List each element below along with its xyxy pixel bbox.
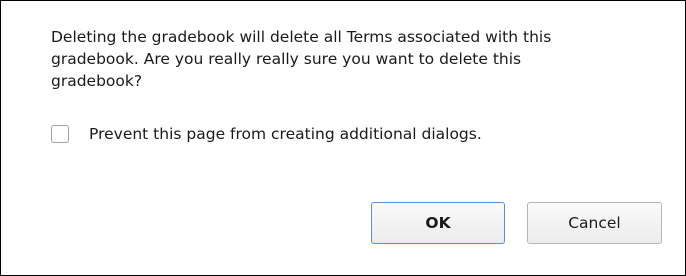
cancel-button[interactable]: Cancel xyxy=(527,202,662,244)
ok-button[interactable]: OK xyxy=(371,202,505,244)
confirm-dialog: Deleting the gradebook will delete all T… xyxy=(0,0,686,276)
dialog-message-line: Deleting the gradebook will delete all T… xyxy=(51,28,552,46)
prevent-dialogs-checkbox[interactable] xyxy=(51,125,69,143)
dialog-message-line: gradebook? xyxy=(51,72,143,90)
dialog-message: Deleting the gradebook will delete all T… xyxy=(51,26,661,92)
prevent-dialogs-label[interactable]: Prevent this page from creating addition… xyxy=(89,125,482,143)
dialog-message-line: gradebook. Are you really really sure yo… xyxy=(51,50,522,68)
prevent-dialogs-row[interactable]: Prevent this page from creating addition… xyxy=(51,123,482,145)
